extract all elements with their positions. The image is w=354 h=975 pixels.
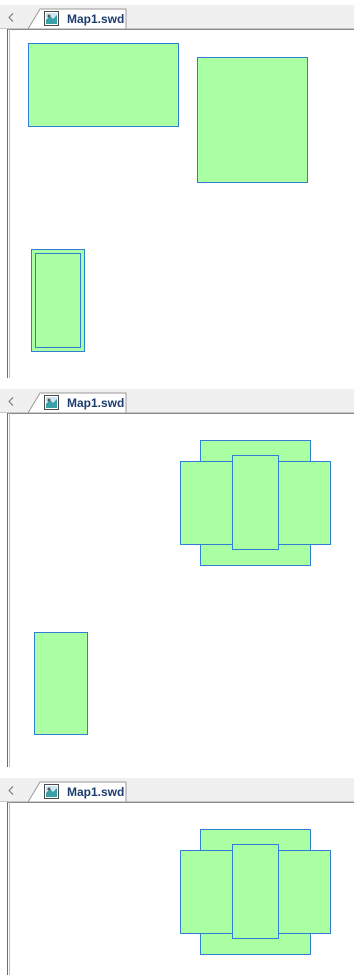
shape-rectangle-tall[interactable] bbox=[34, 632, 88, 735]
scroll-left-icon[interactable] bbox=[6, 11, 16, 23]
document-tab-bar: Map1.swd bbox=[0, 778, 354, 803]
document-frame-3: Map1.swd bbox=[0, 778, 354, 975]
shape-selection-outline bbox=[35, 253, 81, 348]
scroll-left-icon[interactable] bbox=[6, 395, 16, 407]
canvas-border-left bbox=[7, 413, 8, 767]
map-document-icon bbox=[44, 784, 59, 799]
map-document-icon bbox=[44, 11, 59, 26]
shape-rectangle-selected[interactable] bbox=[31, 249, 85, 352]
canvas-border-top bbox=[7, 802, 354, 803]
document-frame-1: Map1.swd bbox=[0, 5, 354, 378]
canvas-border-left-inner bbox=[9, 802, 10, 975]
canvas-border-left-inner bbox=[9, 413, 10, 767]
map-canvas[interactable] bbox=[0, 802, 354, 975]
tab-map1[interactable]: Map1.swd bbox=[28, 781, 128, 803]
canvas-border-left-inner bbox=[9, 29, 10, 378]
document-tab-bar: Map1.swd bbox=[0, 389, 354, 414]
tab-map1[interactable]: Map1.swd bbox=[28, 392, 128, 414]
shape-rectangle-center[interactable] bbox=[232, 455, 279, 550]
tab-label: Map1.swd bbox=[67, 396, 125, 410]
shape-rectangle-wide[interactable] bbox=[28, 43, 179, 127]
canvas-border-left bbox=[7, 802, 8, 975]
canvas-border-left bbox=[7, 29, 8, 378]
canvas-border-top bbox=[7, 29, 354, 30]
document-frame-2: Map1.swd bbox=[0, 389, 354, 767]
canvas-border-top bbox=[7, 413, 354, 414]
map-document-icon bbox=[44, 395, 59, 410]
shape-rectangle-center[interactable] bbox=[232, 844, 279, 939]
map-canvas[interactable] bbox=[0, 29, 354, 378]
document-tab-bar: Map1.swd bbox=[0, 5, 354, 30]
shape-rectangle-square[interactable] bbox=[197, 57, 308, 183]
tab-map1[interactable]: Map1.swd bbox=[28, 8, 128, 30]
tab-label: Map1.swd bbox=[67, 12, 125, 26]
scroll-left-icon[interactable] bbox=[6, 784, 16, 796]
map-canvas[interactable] bbox=[0, 413, 354, 767]
tab-label: Map1.swd bbox=[67, 785, 125, 799]
